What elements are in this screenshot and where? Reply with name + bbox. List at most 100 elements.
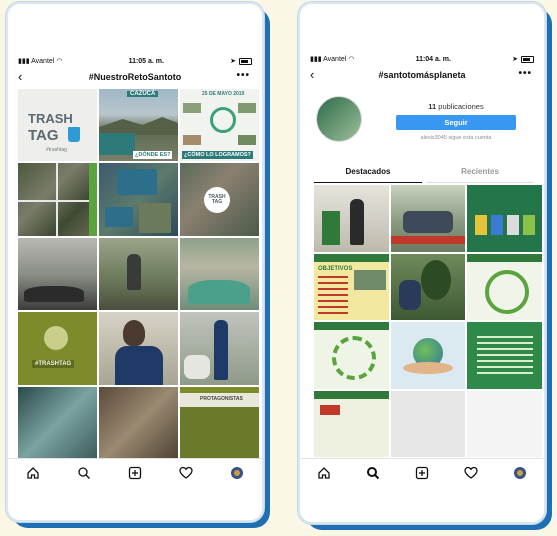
post-group-collage-2[interactable] (99, 163, 178, 236)
post-bottom-right[interactable] (467, 390, 542, 457)
tab-recent-label: Recientes (461, 167, 499, 176)
location-icon: ➤ (230, 58, 236, 65)
post-bottom-middle[interactable] (390, 390, 466, 457)
como-label: ¿CÓMO LO LOGRAMOS? (182, 151, 253, 160)
text-lines (318, 275, 348, 316)
tree-shape (420, 259, 451, 300)
profile-avatar-icon[interactable] (227, 463, 247, 483)
green-bin (523, 215, 536, 235)
post-school-group[interactable] (390, 185, 466, 252)
post-protagonistas[interactable]: PROTAGONISTAS (180, 386, 259, 459)
date-label: 25 DE MAYO 2019 (202, 91, 245, 97)
right-nav-bar: ‹ #santotomásplaneta ••• (300, 66, 544, 84)
location-icon: ➤ (512, 56, 518, 63)
wifi-icon: ◠ (56, 58, 63, 65)
trashtag-hashtag-label: #TRASHTAG (32, 360, 75, 369)
more-options-icon[interactable]: ••• (236, 70, 250, 81)
carrier-label: ▮▮▮ Avantel ◠ (18, 58, 63, 65)
post-como-lo-logramos[interactable]: 25 DE MAYO 2019 ¿CÓMO LO LOGRAMOS? (180, 89, 259, 162)
search-icon[interactable] (363, 463, 383, 483)
photo-strip-2 (238, 103, 256, 113)
grey-bin (507, 215, 520, 235)
tab-featured[interactable]: Destacados (314, 162, 422, 183)
post-hashtag-olive[interactable]: #TRASHTAG (18, 312, 97, 385)
post-hands-earth[interactable] (390, 322, 466, 389)
post-trash-tag-collage[interactable]: TRASH TAG (180, 163, 259, 236)
post-bottles-closeup[interactable] (18, 386, 97, 459)
info-strip (99, 133, 135, 156)
back-arrow-icon[interactable]: ‹ (310, 67, 314, 82)
cycle-circle (332, 336, 376, 380)
post-trash-tag-logo[interactable]: TRASH TAG #trashtag (18, 89, 97, 162)
cazuca-label: CAZUCÁ (127, 91, 159, 97)
post-cazuca-landscape[interactable]: CAZUCÁ ¿DÓNDE ES? (99, 89, 178, 162)
post-objetivos[interactable]: OBJETIVOS (314, 253, 389, 320)
post-green-question[interactable] (467, 322, 542, 389)
left-bottom-tab-bar (8, 458, 262, 487)
text-lines (477, 336, 534, 376)
home-icon[interactable] (314, 463, 334, 483)
battery-icon (239, 57, 252, 65)
home-icon[interactable] (23, 463, 43, 483)
hashtag-title: #NuestroRetoSantoto (88, 72, 182, 82)
objetivos-label: OBJETIVOS (318, 265, 353, 272)
bags-shape (184, 354, 210, 379)
post-circular-economy[interactable] (314, 322, 389, 389)
post-person-smiling[interactable] (99, 312, 178, 385)
protagonistas-label: PROTAGONISTAS (200, 395, 243, 402)
post-volunteers-street[interactable] (99, 237, 178, 311)
students-group (402, 211, 453, 233)
post-bottles-pile[interactable] (180, 237, 259, 311)
banner-strip (390, 235, 466, 244)
trash-bin-icon (68, 127, 80, 142)
trash-tag-line1: TRASH (28, 111, 73, 126)
search-icon[interactable] (74, 463, 94, 483)
person-head (123, 320, 145, 347)
green-header (314, 322, 389, 330)
olive-header (180, 386, 259, 393)
photo-inset (354, 269, 386, 290)
blue-bin (491, 215, 504, 235)
post-bags-collection[interactable] (180, 312, 259, 385)
follow-button[interactable]: Seguir (396, 115, 516, 130)
post-recycling-bins-infographic[interactable] (467, 185, 542, 252)
green-sidebar (89, 163, 97, 236)
heart-icon[interactable] (176, 463, 196, 483)
photo-strip-3 (183, 135, 201, 145)
tab-featured-label: Destacados (345, 167, 391, 176)
trash-tag-hashtag: #trashtag (46, 147, 67, 153)
wifi-icon: ◠ (348, 56, 355, 63)
tab-recent[interactable]: Recientes (426, 162, 534, 183)
collage-divider-h (18, 200, 97, 203)
person-figure (127, 253, 141, 290)
circle-diagram (485, 269, 530, 314)
new-post-icon[interactable] (125, 463, 145, 483)
donde-label: ¿DÓNDE ES? (133, 151, 173, 160)
left-phone: ▮▮▮ Avantel ◠ 11:05 a. m. ➤ ‹ #NuestroRe… (6, 2, 264, 522)
garbage-pile (24, 286, 84, 303)
person-body (115, 346, 163, 385)
post-street-garbage[interactable] (18, 237, 97, 311)
bottles-pile (188, 280, 250, 305)
post-green-circle-infographic[interactable] (467, 253, 542, 320)
post-recycling-bin-photo[interactable] (314, 185, 389, 252)
photo-strip-4 (238, 135, 256, 145)
photo-strip-1 (183, 103, 201, 113)
post-group-collage-1[interactable] (18, 163, 97, 236)
signal-icon: ▮▮▮ (310, 56, 324, 63)
back-arrow-icon[interactable]: ‹ (18, 69, 22, 84)
red-accent (320, 404, 340, 415)
profile-avatar-icon[interactable] (510, 463, 530, 483)
heart-icon[interactable] (461, 463, 481, 483)
new-post-icon[interactable] (412, 463, 432, 483)
status-right-icons: ➤ (512, 55, 534, 63)
photo-panel (139, 203, 171, 234)
trash-tag-small-label: TRASH TAG (208, 194, 226, 206)
posts-count-row: 11 publicaciones (396, 102, 516, 111)
post-group-photo[interactable] (99, 386, 178, 459)
post-planting-tree[interactable] (390, 253, 466, 320)
battery-icon (521, 55, 534, 63)
post-bottom-left[interactable] (314, 390, 389, 457)
more-options-icon[interactable]: ••• (518, 68, 532, 79)
green-header (314, 253, 389, 262)
